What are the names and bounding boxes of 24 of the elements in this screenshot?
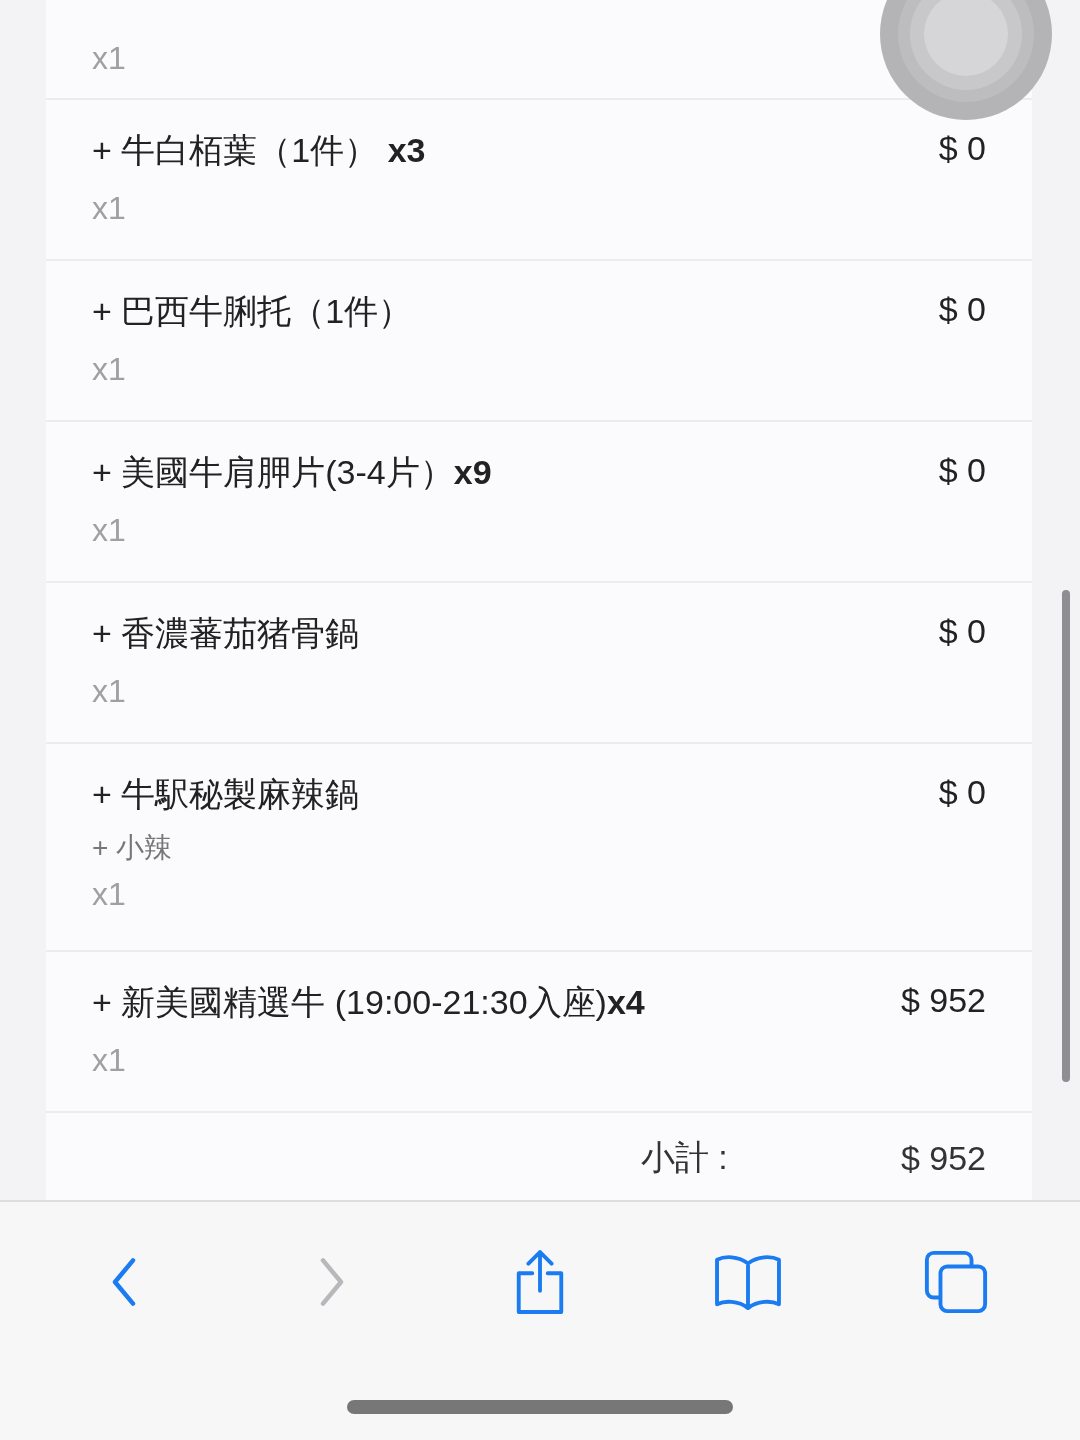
item-quantity: x1 <box>92 350 127 389</box>
item-name: + 牛白栢葉（1件） x3 <box>92 130 426 171</box>
subtotal-label: 小計 : <box>640 1137 729 1178</box>
item-price: $ 0 <box>938 611 986 652</box>
item-quantity: x1 <box>92 39 126 78</box>
item-option: + 小辣 <box>92 826 360 870</box>
item-name: + 牛駅秘製麻辣鍋 <box>92 774 360 815</box>
item-price: $ 952 <box>900 980 986 1021</box>
item-quantity: x1 <box>92 189 127 228</box>
item-name: + 新美國精選牛 (19:00-21:30入座)x4 <box>92 982 645 1023</box>
item-quantity: x1 <box>92 875 127 914</box>
item-price: $ 0 <box>938 772 986 813</box>
item-name: + 香濃蕃茄猪骨鍋 <box>92 613 360 654</box>
item-price: $ 0 <box>938 289 986 330</box>
tabs-icon <box>923 1249 989 1315</box>
item-quantity: x1 <box>92 1041 127 1080</box>
book-icon <box>712 1252 784 1312</box>
item-name: + 美國牛肩胛片(3-4片）x9 <box>92 452 492 493</box>
item-quantity: x1 <box>92 511 127 550</box>
item-quantity: x1 <box>92 672 127 711</box>
item-name: + 巴西牛脷托（1件） <box>92 291 413 332</box>
item-price: $ 0 <box>938 450 986 491</box>
item-price: $ 0 <box>938 128 986 169</box>
subtotal-value: $ 952 <box>900 1138 986 1178</box>
